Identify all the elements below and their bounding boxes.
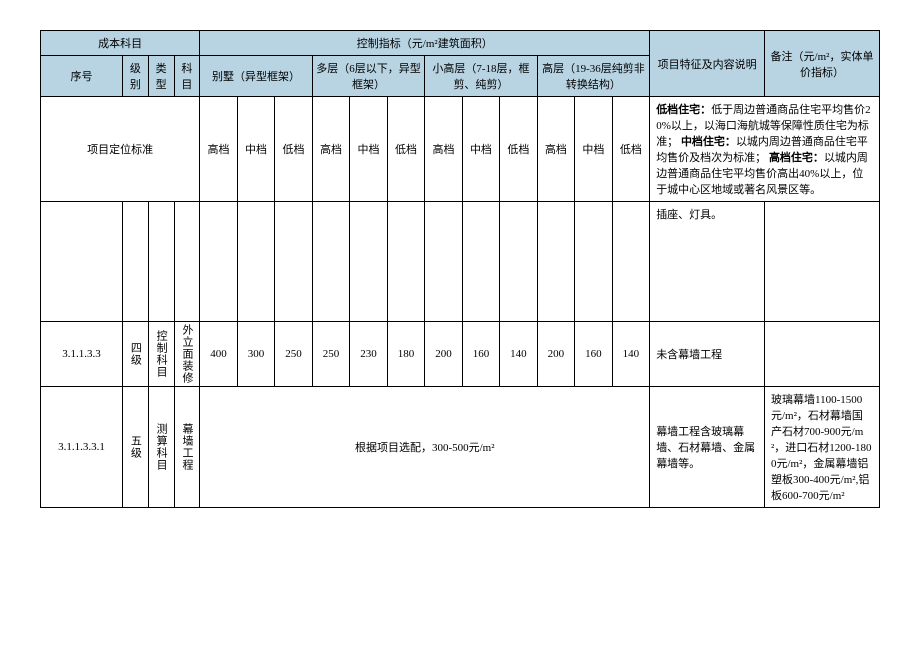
header-cost-subject: 成本科目 xyxy=(41,31,200,56)
cell-empty xyxy=(387,202,424,322)
grade-cell: 中档 xyxy=(237,97,274,202)
row-b-desc: 幕墙工程含玻璃幕墙、石材幕墙、金属幕墙等。 xyxy=(650,387,765,508)
cell-empty xyxy=(200,202,237,322)
row-b-subject: 幕墙工程 xyxy=(174,387,200,508)
header-subject: 科目 xyxy=(174,56,200,97)
val-cell: 250 xyxy=(275,322,312,387)
grade-cell: 高档 xyxy=(312,97,349,202)
grade-cell: 中档 xyxy=(462,97,499,202)
val-cell: 140 xyxy=(500,322,537,387)
header-cat4: 高层（19-36层纯剪非转换结构） xyxy=(537,56,650,97)
grade-cell: 低档 xyxy=(500,97,537,202)
header-type: 类型 xyxy=(148,56,174,97)
cell-empty xyxy=(537,202,574,322)
val-cell: 140 xyxy=(612,322,650,387)
cell-empty xyxy=(275,202,312,322)
header-note: 备注（元/m²，实体单价指标） xyxy=(765,31,880,97)
cell-empty xyxy=(148,202,174,322)
topnote-desc: 插座、灯具。 xyxy=(650,202,765,322)
pos-label: 项目定位标准 xyxy=(41,97,200,202)
grade-cell: 中档 xyxy=(350,97,387,202)
cell-empty xyxy=(312,202,349,322)
val-cell: 200 xyxy=(425,322,462,387)
cell-empty xyxy=(174,202,200,322)
row-b-level: 五级 xyxy=(123,387,149,508)
cell-empty xyxy=(575,202,612,322)
grade-cell: 高档 xyxy=(200,97,237,202)
val-cell: 250 xyxy=(312,322,349,387)
row-a-type: 控制科目 xyxy=(148,322,174,387)
grade-cell: 低档 xyxy=(612,97,650,202)
header-control-indicator: 控制指标（元/m²建筑面积） xyxy=(200,31,650,56)
cost-indicator-table: 成本科目 控制指标（元/m²建筑面积） 项目特征及内容说明 备注（元/m²，实体… xyxy=(40,30,880,508)
header-desc: 项目特征及内容说明 xyxy=(650,31,765,97)
row-a-desc: 未含幕墙工程 xyxy=(650,322,765,387)
val-cell: 300 xyxy=(237,322,274,387)
cell-empty xyxy=(765,322,880,387)
row-a-subject: 外立面装修 xyxy=(174,322,200,387)
row-b-note: 玻璃幕墙1100-1500元/m²，石材幕墙国产石材700-900元/m²，进口… xyxy=(765,387,880,508)
header-level: 级别 xyxy=(123,56,149,97)
val-cell: 160 xyxy=(575,322,612,387)
grade-cell: 高档 xyxy=(425,97,462,202)
row-a-level: 四级 xyxy=(123,322,149,387)
cell-empty xyxy=(462,202,499,322)
header-seq: 序号 xyxy=(41,56,123,97)
cell-empty xyxy=(350,202,387,322)
header-cat1: 别墅（异型框架） xyxy=(200,56,312,97)
cell-empty xyxy=(612,202,650,322)
row-b-seq: 3.1.1.3.3.1 xyxy=(41,387,123,508)
val-cell: 230 xyxy=(350,322,387,387)
grade-cell: 低档 xyxy=(387,97,424,202)
grade-cell: 高档 xyxy=(537,97,574,202)
cell-empty xyxy=(425,202,462,322)
grade-cell: 中档 xyxy=(575,97,612,202)
row-b-type: 测算科目 xyxy=(148,387,174,508)
val-cell: 200 xyxy=(537,322,574,387)
cell-empty xyxy=(237,202,274,322)
val-cell: 400 xyxy=(200,322,237,387)
cell-empty xyxy=(500,202,537,322)
pos-note: 低档住宅：低于周边普通商品住宅平均售价20%以上，以海口海航城等保障性质住宅为标… xyxy=(650,97,880,202)
header-cat3: 小高层（7-18层，框剪、纯剪） xyxy=(425,56,537,97)
grade-cell: 低档 xyxy=(275,97,312,202)
cell-empty xyxy=(41,202,123,322)
cell-empty xyxy=(765,202,880,322)
cell-empty xyxy=(123,202,149,322)
row-b-merged: 根据项目选配，300-500元/m² xyxy=(200,387,650,508)
val-cell: 160 xyxy=(462,322,499,387)
row-a-seq: 3.1.1.3.3 xyxy=(41,322,123,387)
val-cell: 180 xyxy=(387,322,424,387)
header-cat2: 多层（6层以下，异型框架） xyxy=(312,56,424,97)
